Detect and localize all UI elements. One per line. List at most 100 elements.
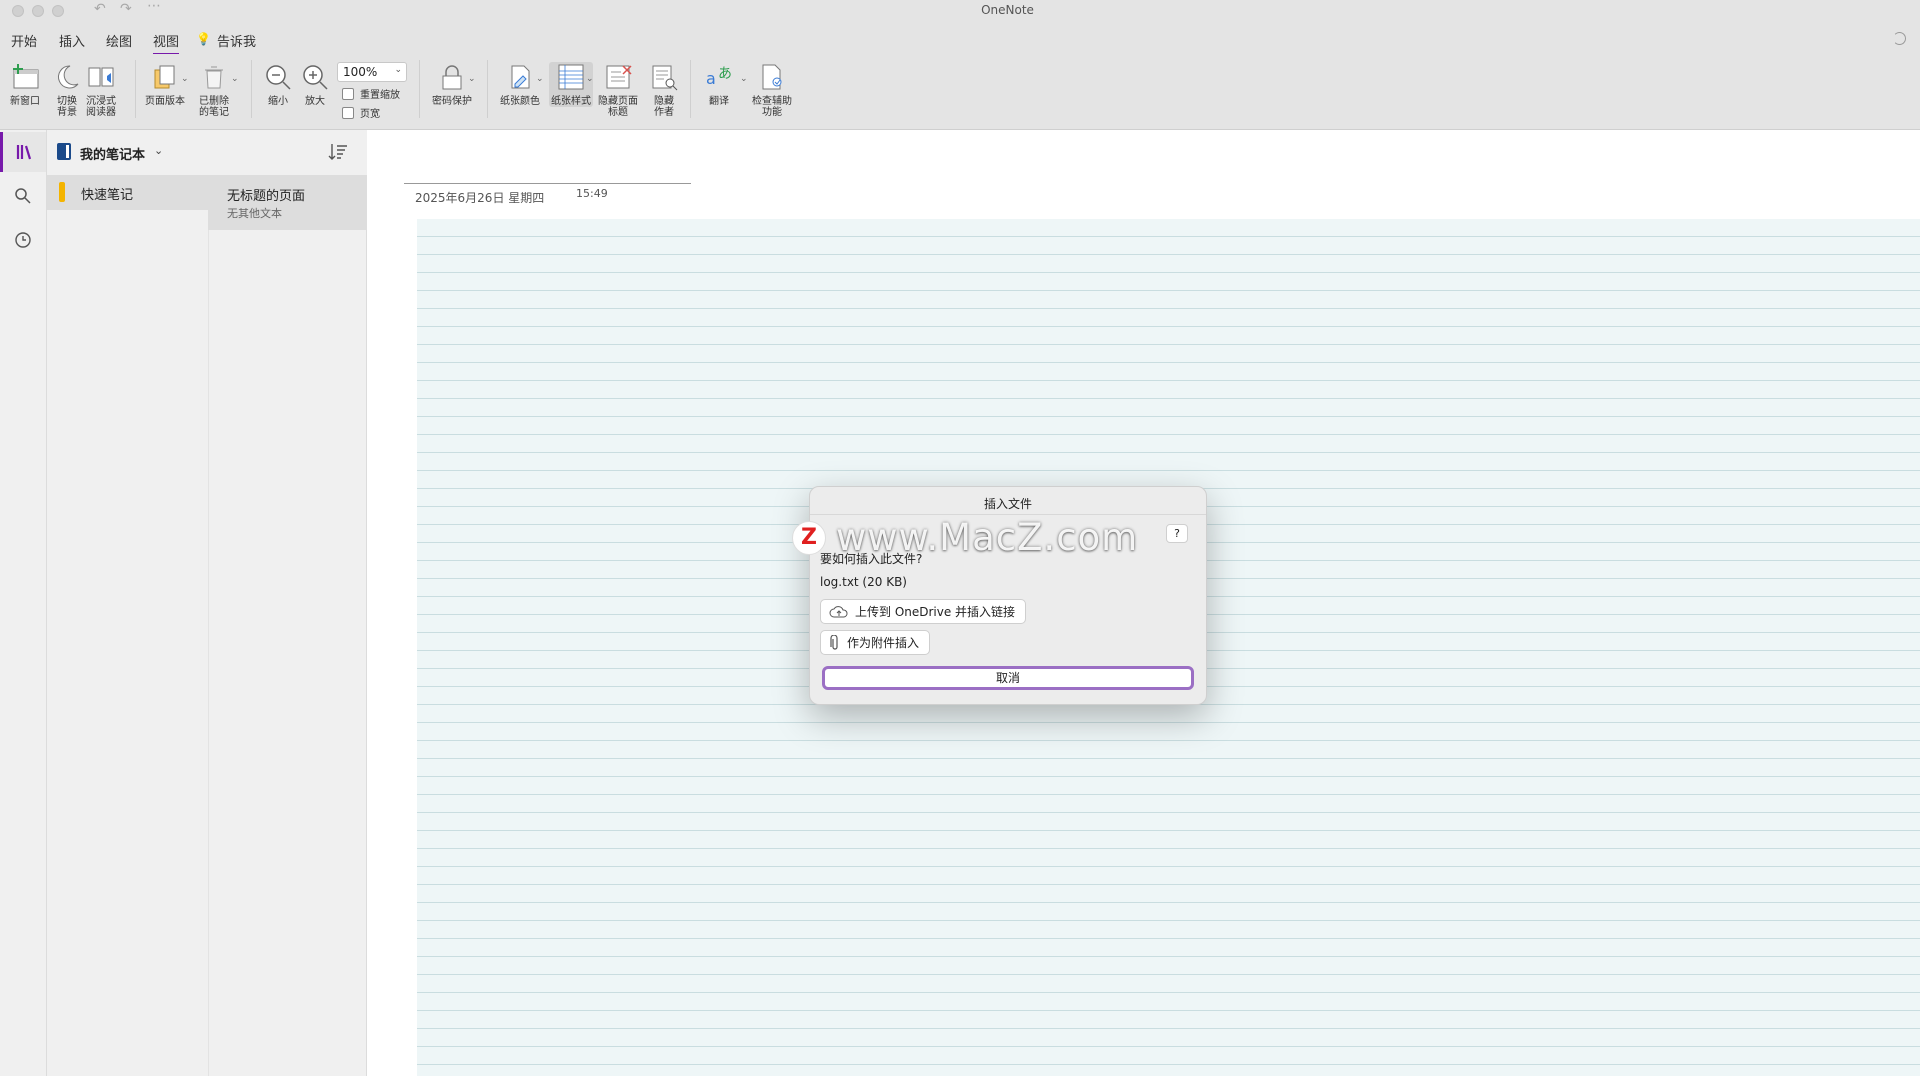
- deleted-notes-label: 已删除 的笔记: [199, 96, 229, 118]
- password-protection-button[interactable]: 密码保护: [432, 62, 472, 107]
- dialog-title: 插入文件: [983, 497, 1032, 511]
- chevron-down-icon: ⌄: [154, 144, 164, 157]
- zoom-in-button[interactable]: 放大: [300, 62, 330, 107]
- hide-authors-button[interactable]: 隐藏 作者: [649, 62, 679, 118]
- watermark: Z www.MacZ.com: [792, 516, 1138, 559]
- ribbon-separator: [487, 60, 488, 118]
- ribbon-tabs: 开始 插入 绘图 视图 💡 告诉我: [0, 20, 1920, 55]
- page-versions-label: 页面版本: [145, 96, 185, 107]
- check-accessibility-label: 检查辅助 功能: [752, 96, 792, 118]
- paper-style-button[interactable]: 纸张样式: [549, 62, 593, 107]
- pages-panel: [208, 130, 367, 1076]
- page-title-field[interactable]: [404, 183, 691, 184]
- page-versions-button[interactable]: 页面版本: [145, 62, 185, 107]
- hide-authors-icon: [652, 65, 678, 91]
- navigation-rail: [0, 130, 47, 1076]
- dialog-divider: [810, 514, 1206, 515]
- search-nav-button[interactable]: [0, 176, 46, 216]
- page-width-button[interactable]: 页宽: [342, 105, 380, 120]
- page-versions-dropdown-icon[interactable]: ⌄: [181, 74, 189, 84]
- immersive-reader-button[interactable]: 沉浸式 阅读器: [86, 62, 116, 118]
- ribbon: 新窗口 切换 背景 沉浸式 阅读器 页面版本 ⌄ 已删除 的笔记 ⌄ 缩小 放大…: [0, 54, 1920, 130]
- help-button[interactable]: ?: [1166, 524, 1188, 543]
- chevron-down-icon: ⌄: [394, 65, 402, 75]
- app-title: OneNote: [981, 3, 1034, 17]
- lock-icon: [442, 65, 462, 90]
- svg-text:あ: あ: [718, 66, 732, 82]
- ribbon-separator: [251, 60, 252, 118]
- tab-insert[interactable]: 插入: [59, 31, 85, 50]
- translate-button[interactable]: aあ 翻译: [704, 62, 734, 107]
- notebook-name: 我的笔记本: [80, 148, 146, 163]
- hide-page-title-button[interactable]: 隐藏页面 标题: [598, 62, 638, 118]
- zoom-out-label: 缩小: [268, 96, 288, 107]
- zoom-in-icon: [303, 65, 328, 90]
- immersive-reader-icon: [88, 67, 114, 87]
- tab-home[interactable]: 开始: [11, 31, 37, 50]
- svg-text:a: a: [706, 69, 716, 88]
- paper-color-icon: [511, 65, 530, 89]
- upload-onedrive-label: 上传到 OneDrive 并插入链接: [855, 605, 1016, 619]
- new-window-icon: [13, 64, 39, 89]
- paper-style-label: 纸张样式: [551, 96, 591, 107]
- recent-nav-button[interactable]: [0, 220, 46, 260]
- reset-zoom-label: 重置缩放: [360, 90, 400, 101]
- paper-style-icon: [558, 64, 584, 90]
- cancel-button[interactable]: 取消: [822, 666, 1194, 690]
- notebook-icon: [57, 143, 71, 160]
- cloud-upload-icon: [829, 605, 848, 617]
- section-color-tab: [59, 182, 65, 202]
- ribbon-separator: [690, 60, 691, 118]
- new-window-button[interactable]: 新窗口: [10, 62, 40, 107]
- section-label: 快速笔记: [81, 188, 134, 203]
- paperclip-icon: [830, 634, 838, 650]
- paper-color-button[interactable]: 纸张颜色: [500, 62, 540, 107]
- zoom-level-select[interactable]: 100% ⌄: [337, 62, 407, 82]
- reset-zoom-icon: [342, 87, 354, 100]
- zoom-out-icon: [266, 65, 291, 90]
- zoom-level-value: 100%: [343, 65, 378, 79]
- switch-background-button[interactable]: 切换 背景: [52, 62, 82, 118]
- moon-icon: [58, 65, 79, 89]
- lightbulb-icon: 💡: [196, 32, 211, 46]
- translate-dropdown-icon[interactable]: ⌄: [740, 74, 748, 84]
- page-versions-icon: [154, 65, 175, 89]
- tab-draw[interactable]: 绘图: [106, 31, 132, 50]
- clock-icon: [15, 232, 31, 248]
- tab-view[interactable]: 视图: [153, 31, 180, 55]
- password-dropdown-icon[interactable]: ⌄: [468, 74, 476, 84]
- page-item-untitled[interactable]: 无标题的页面 无其他文本: [208, 175, 367, 230]
- section-item-quick-notes[interactable]: 快速笔记: [47, 175, 208, 210]
- reset-zoom-button[interactable]: 重置缩放: [342, 86, 400, 101]
- sync-icon[interactable]: [1893, 32, 1906, 45]
- ribbon-separator: [135, 60, 136, 118]
- paper-style-dropdown-icon[interactable]: ⌄: [586, 74, 594, 84]
- translate-icon: aあ: [706, 66, 732, 88]
- switch-background-label: 切换 背景: [57, 96, 77, 118]
- deleted-notes-dropdown-icon[interactable]: ⌄: [231, 74, 239, 84]
- library-icon: [16, 145, 31, 160]
- upload-onedrive-button[interactable]: 上传到 OneDrive 并插入链接: [820, 599, 1027, 624]
- password-protection-label: 密码保护: [432, 96, 472, 107]
- page-item-preview: 无其他文本: [227, 207, 282, 220]
- check-accessibility-button[interactable]: 检查辅助 功能: [752, 62, 792, 118]
- hide-page-title-label: 隐藏页面 标题: [598, 96, 638, 118]
- sections-panel: [47, 130, 208, 1076]
- page-item-title: 无标题的页面: [227, 189, 306, 204]
- notebooks-nav-button[interactable]: [0, 132, 46, 172]
- paper-color-label: 纸张颜色: [500, 96, 540, 107]
- zoom-in-label: 放大: [305, 96, 325, 107]
- page-width-label: 页宽: [360, 109, 380, 120]
- dialog-file-name: log.txt (20 KB): [820, 575, 907, 589]
- new-window-label: 新窗口: [10, 96, 40, 107]
- sort-icon[interactable]: [327, 142, 349, 162]
- page-width-icon: [342, 106, 354, 119]
- zoom-out-button[interactable]: 缩小: [263, 62, 293, 107]
- insert-attachment-button[interactable]: 作为附件插入: [820, 630, 931, 655]
- insert-attachment-label: 作为附件插入: [847, 636, 920, 650]
- tab-tell-me[interactable]: 告诉我: [217, 31, 256, 50]
- deleted-notes-button[interactable]: 已删除 的笔记: [199, 62, 229, 118]
- notebook-switcher[interactable]: 我的笔记本 ⌄: [47, 130, 367, 175]
- paper-color-dropdown-icon[interactable]: ⌄: [536, 74, 544, 84]
- trash-icon: [205, 66, 223, 89]
